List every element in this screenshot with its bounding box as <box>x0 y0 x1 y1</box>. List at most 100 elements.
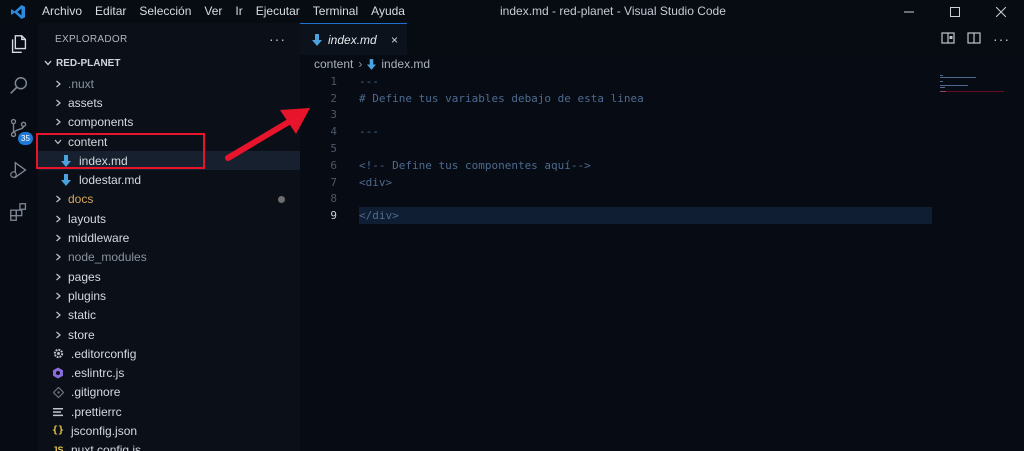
folder-item[interactable]: .nuxt <box>38 74 300 93</box>
editor-area: index.md × ··· content › index.md 1 --- 2 #… <box>300 23 1024 451</box>
editor-scrollbar[interactable] <box>1010 73 1024 451</box>
minimap[interactable] <box>940 73 1010 113</box>
breadcrumb: content › index.md <box>300 55 1024 73</box>
folder-item[interactable]: middleware <box>38 228 300 247</box>
file-item[interactable]: .gitignore <box>38 383 300 402</box>
menu-item[interactable]: Terminal <box>307 0 365 23</box>
folder-item[interactable]: docs <box>38 190 300 209</box>
tab-bar: index.md × ··· <box>300 23 1024 55</box>
code-line[interactable]: 9 </div> <box>300 207 940 225</box>
git-icon <box>50 386 66 398</box>
tree-item-label: plugins <box>68 288 107 303</box>
code-line[interactable]: 1 --- <box>300 73 940 90</box>
explorer-header: EXPLORADOR ··· <box>38 23 300 55</box>
code-line[interactable]: 4 --- <box>300 123 940 140</box>
folder-item[interactable]: store <box>38 325 300 344</box>
annotation-arrow-icon <box>225 108 310 161</box>
split-editor-icon[interactable] <box>967 31 981 48</box>
menu-item[interactable]: Editar <box>89 0 133 23</box>
menu-bar: Archivo Editar Selección Ver Ir Ejecutar Termi… <box>36 0 412 23</box>
extensions-activity[interactable] <box>0 191 38 233</box>
highlight-box <box>36 133 205 169</box>
tree-item-label: .nuxt <box>68 76 95 91</box>
code-line[interactable]: 6 <!-- Define tus componentes aquí--> <box>300 157 940 174</box>
folder-item[interactable]: layouts <box>38 209 300 228</box>
tree-item-label: jsconfig.json <box>71 423 138 438</box>
more-editor-actions-icon[interactable]: ··· <box>993 31 1010 47</box>
code-text: </div> <box>359 209 399 223</box>
open-preview-icon[interactable] <box>941 31 955 48</box>
folder-item[interactable]: node_modules <box>38 248 300 267</box>
chevron-right-icon <box>50 330 66 340</box>
breadcrumb-folder[interactable]: content <box>314 57 353 71</box>
source-control-activity[interactable]: 35 <box>0 107 38 149</box>
tree-item-label: node_modules <box>68 250 147 265</box>
markdown-icon <box>367 58 377 70</box>
chevron-down-icon <box>40 58 56 68</box>
menu-item[interactable]: Ir <box>229 0 249 23</box>
chevron-right-icon <box>50 291 66 301</box>
markdown-icon <box>58 174 74 187</box>
folder-item[interactable]: static <box>38 306 300 325</box>
code-text: <!-- Define tus componentes aquí--> <box>359 158 591 172</box>
tree-item-label: assets <box>68 95 103 110</box>
folder-item[interactable]: plugins <box>38 286 300 305</box>
explorer-sidebar: EXPLORADOR ··· RED-PLANET .nuxt assets com… <box>38 23 300 451</box>
tree-item-label: nuxt.config.js <box>71 443 142 451</box>
run-debug-activity[interactable] <box>0 149 38 191</box>
folder-item[interactable]: pages <box>38 267 300 286</box>
file-item[interactable]: JS nuxt.config.js <box>38 441 300 451</box>
tree-item-label: docs <box>68 192 94 207</box>
code-editor[interactable]: 1 --- 2 # Define tus variables debajo de es… <box>300 73 940 225</box>
line-number: 7 <box>330 175 337 189</box>
maximize-button[interactable] <box>932 0 978 23</box>
menu-item[interactable]: Ver <box>198 0 229 23</box>
chevron-right-icon: › <box>358 57 363 71</box>
code-line[interactable]: 3 <box>300 107 940 124</box>
markdown-icon <box>312 33 322 46</box>
activity-bar: 35 <box>0 23 38 451</box>
more-actions-button[interactable]: ··· <box>269 31 286 47</box>
file-item[interactable]: .eslintrc.js <box>38 363 300 382</box>
chevron-right-icon <box>50 214 66 224</box>
tree-item-label: pages <box>68 269 101 284</box>
tree-item-label: .editorconfig <box>71 346 137 361</box>
code-line[interactable]: 7 <div> <box>300 174 940 191</box>
file-item[interactable]: .editorconfig <box>38 344 300 363</box>
js-icon: JS <box>52 445 64 451</box>
chevron-right-icon <box>50 252 66 262</box>
window-controls <box>886 0 1024 23</box>
chevron-right-icon <box>50 272 66 282</box>
close-tab-icon[interactable]: × <box>391 33 398 47</box>
file-item[interactable]: {} jsconfig.json <box>38 421 300 440</box>
title-bar: Archivo Editar Selección Ver Ir Ejecutar Termi… <box>0 0 1024 23</box>
modified-dot-icon <box>278 195 285 203</box>
code-line[interactable]: 5 <box>300 140 940 157</box>
menu-item[interactable]: Ayuda <box>365 0 412 23</box>
window-title: index.md - red-planet - Visual Studio Co… <box>500 4 726 18</box>
minimize-button[interactable] <box>886 0 932 23</box>
code-text: --- <box>359 74 379 88</box>
workspace-root[interactable]: RED-PLANET <box>38 55 300 71</box>
code-line[interactable]: 2 # Define tus variables debajo de esta l… <box>300 90 940 107</box>
breadcrumb-file[interactable]: index.md <box>381 57 430 71</box>
menu-item[interactable]: Ejecutar <box>250 0 307 23</box>
code-line[interactable]: 8 <box>300 191 940 208</box>
line-number: 1 <box>330 74 337 88</box>
editor-actions: ··· <box>941 23 1024 55</box>
file-item[interactable]: lodestar.md <box>38 170 300 189</box>
menu-item[interactable]: Selección <box>133 0 198 23</box>
tab-index-md[interactable]: index.md × <box>300 23 407 55</box>
extensions-icon <box>10 203 27 221</box>
explorer-activity[interactable] <box>0 23 38 65</box>
search-activity[interactable] <box>0 65 38 107</box>
file-item[interactable]: .prettierrc <box>38 402 300 421</box>
menu-item[interactable]: Archivo <box>36 0 89 23</box>
tree-item-label: lodestar.md <box>79 173 142 188</box>
chevron-right-icon <box>50 233 66 243</box>
tree-item-label: static <box>68 308 97 323</box>
files-icon <box>11 35 27 53</box>
run-debug-icon <box>10 161 27 179</box>
code-text: <div> <box>359 175 393 189</box>
close-window-button[interactable] <box>978 0 1024 23</box>
